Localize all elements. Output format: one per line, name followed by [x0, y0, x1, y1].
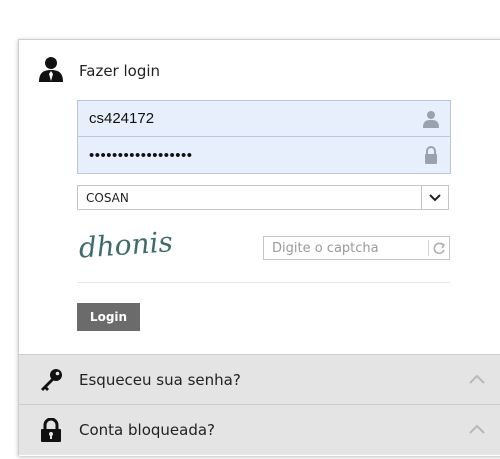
forgot-password-section[interactable]: Esqueceu sua senha?: [19, 354, 500, 405]
login-button[interactable]: Login: [77, 303, 140, 331]
refresh-icon[interactable]: [428, 240, 449, 256]
company-selected-value: COSAN: [86, 191, 129, 205]
chevron-up-icon: [469, 424, 485, 434]
forgot-password-label: Esqueceu sua senha?: [79, 371, 241, 389]
company-select[interactable]: COSAN: [77, 185, 449, 210]
chevron-down-icon: [429, 194, 441, 202]
captcha-field: [263, 236, 450, 260]
person-icon: [423, 111, 439, 128]
lock-icon: [425, 146, 437, 164]
form-divider: [77, 282, 450, 283]
account-locked-section[interactable]: Conta bloqueada?: [19, 404, 500, 455]
padlock-icon: [41, 418, 61, 442]
user-icon: [39, 57, 63, 82]
select-toggle[interactable]: [421, 186, 448, 209]
account-locked-label: Conta bloqueada?: [79, 421, 215, 439]
login-panel: Fazer login COSAN dhonis: [18, 39, 500, 456]
key-icon: [41, 369, 62, 391]
credentials-group: [77, 100, 451, 174]
login-header: Fazer login: [19, 40, 500, 102]
username-input[interactable]: [78, 101, 408, 136]
password-row: [78, 137, 450, 173]
captcha-image: dhonis: [78, 225, 174, 264]
login-title: Fazer login: [79, 62, 161, 80]
password-input[interactable]: [78, 137, 408, 173]
username-row: [78, 101, 450, 137]
chevron-up-icon: [469, 374, 485, 384]
captcha-text: dhonis: [78, 225, 174, 264]
captcha-input[interactable]: [264, 237, 424, 259]
